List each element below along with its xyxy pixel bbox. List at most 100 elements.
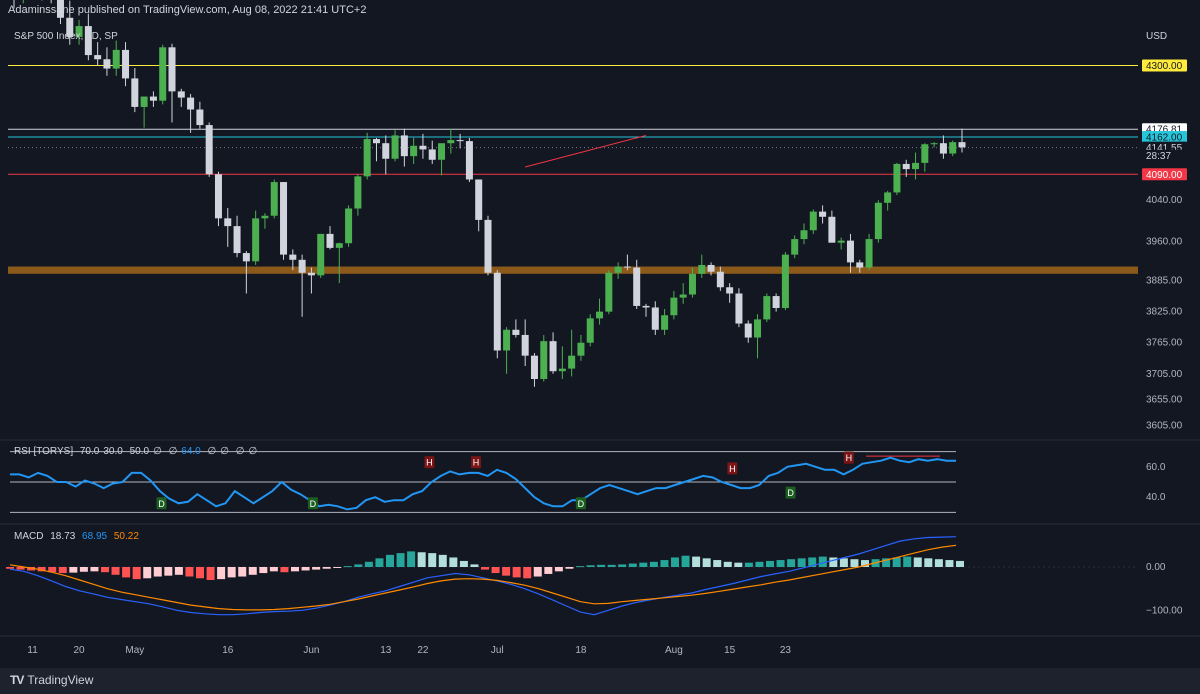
macd-histogram-bar-47 xyxy=(502,567,511,576)
candle-body-100 xyxy=(939,143,947,154)
candle-body-58 xyxy=(549,341,557,372)
macd-histogram-bar-8 xyxy=(90,567,99,572)
macd-histogram-bar-89 xyxy=(945,560,954,567)
macd-histogram-bar-66 xyxy=(702,558,711,567)
price-axis-tick-3: 3825.00 xyxy=(1146,307,1183,318)
candle-body-95 xyxy=(893,163,901,193)
macd-histogram-bar-60 xyxy=(639,562,648,567)
macd-histogram-bar-72 xyxy=(766,560,774,567)
footer-bar: TV TradingView xyxy=(0,668,1200,694)
time-axis-tick-11: 23 xyxy=(780,645,792,656)
candle-body-32 xyxy=(307,272,315,276)
macd-histogram-bar-49 xyxy=(523,567,532,579)
candle-body-90 xyxy=(846,240,854,263)
macd-histogram-bar-27 xyxy=(291,567,299,572)
macd-histogram-bar-34 xyxy=(364,561,373,567)
macd-histogram-bar-33 xyxy=(354,564,363,567)
candle-body-5 xyxy=(56,0,64,18)
candle-body-25 xyxy=(242,253,250,262)
candle-body-37 xyxy=(354,176,362,209)
macd-histogram-bar-14 xyxy=(153,567,162,577)
macd-histogram-bar-63 xyxy=(671,557,679,567)
macd-histogram-bar-38 xyxy=(407,551,416,567)
candle-body-31 xyxy=(298,259,306,273)
candle-body-85 xyxy=(800,230,808,240)
candle-body-33 xyxy=(317,233,325,276)
time-axis-tick-3: 16 xyxy=(222,645,234,656)
candle-body-29 xyxy=(280,182,288,255)
macd-histogram-bar-75 xyxy=(797,558,806,567)
macd-histogram-bar-59 xyxy=(628,563,637,567)
macd-histogram-bar-52 xyxy=(554,567,563,572)
candle-body-40 xyxy=(382,143,390,159)
candle-body-50 xyxy=(475,179,483,220)
macd-histogram-bar-35 xyxy=(375,558,384,567)
candle-body-93 xyxy=(874,202,882,240)
candle-body-21 xyxy=(205,125,213,175)
candle-body-88 xyxy=(828,216,836,243)
candle-body-86 xyxy=(809,211,817,231)
candle-body-24 xyxy=(233,226,241,254)
time-axis-tick-4: Jun xyxy=(303,645,319,656)
macd-histogram-bar-25 xyxy=(269,567,278,572)
macd-histogram-bar-88 xyxy=(934,559,943,567)
macd-histogram-bar-16 xyxy=(174,567,183,575)
candle-body-42 xyxy=(400,135,408,157)
candle-body-53 xyxy=(503,329,511,351)
macd-histogram-bar-61 xyxy=(649,561,658,567)
candle-body-64 xyxy=(605,272,613,312)
rsi-axis-tick-0: 60.0 xyxy=(1146,462,1166,473)
candle-body-12 xyxy=(122,49,130,79)
candle-body-15 xyxy=(149,96,157,101)
macd-histogram-bar-65 xyxy=(692,556,701,567)
rsi-marker-5: H xyxy=(729,464,736,474)
candle-body-102 xyxy=(958,142,966,148)
rsi-axis-tick-1: 40.0 xyxy=(1146,492,1166,503)
candle-body-47 xyxy=(447,140,455,144)
candle-body-14 xyxy=(140,96,148,107)
macd-histogram-bar-74 xyxy=(787,559,796,567)
macd-histogram-bar-39 xyxy=(417,552,426,567)
candle-body-79 xyxy=(744,323,752,338)
macd-histogram-bar-87 xyxy=(924,558,933,567)
candle-body-81 xyxy=(763,296,771,320)
candle-body-68 xyxy=(642,305,650,308)
candle-body-19 xyxy=(187,97,195,110)
time-axis-tick-7: Jul xyxy=(491,645,504,656)
rsi-line xyxy=(10,456,956,511)
candle-body-13 xyxy=(131,78,139,107)
macd-histogram-bar-73 xyxy=(776,560,785,567)
macd-axis-tick-1: −100.00 xyxy=(1146,605,1183,616)
candle-body-99 xyxy=(930,143,938,145)
candle-body-52 xyxy=(493,272,501,351)
time-axis-tick-10: 15 xyxy=(724,645,736,656)
candle-body-87 xyxy=(819,211,827,217)
chart-canvas[interactable]: 4040.00 3960.00 3885.00 3825.00 3765.00 3705.… xyxy=(0,0,1200,668)
macd-histogram-bar-5 xyxy=(58,567,67,574)
macd-histogram-bar-50 xyxy=(533,567,542,577)
macd-histogram-bar-32 xyxy=(343,566,352,568)
tradingview-logo[interactable]: TV TradingView xyxy=(10,673,93,687)
candle-body-63 xyxy=(596,311,604,319)
macd-histogram-bar-9 xyxy=(101,567,109,573)
candle-body-46 xyxy=(438,143,446,160)
candle-body-9 xyxy=(94,55,102,60)
macd-histogram-bar-69 xyxy=(734,562,743,567)
candle-body-23 xyxy=(224,218,232,227)
time-axis-tick-5: 13 xyxy=(380,645,392,656)
candle-body-38 xyxy=(363,139,371,177)
candle-body-35 xyxy=(335,243,343,248)
macd-histogram-bar-26 xyxy=(280,567,289,573)
candle-body-11 xyxy=(112,49,120,69)
macd-histogram-bar-58 xyxy=(618,564,627,567)
macd-histogram-bar-67 xyxy=(713,560,722,567)
price-label-4: 28:37 xyxy=(1146,151,1171,162)
macd-histogram-bar-20 xyxy=(217,567,226,580)
candle-body-61 xyxy=(577,342,585,356)
candle-body-16 xyxy=(159,47,167,101)
macd-histogram-bar-28 xyxy=(301,567,310,571)
macd-histogram-bar-51 xyxy=(544,567,553,574)
candle-body-91 xyxy=(856,262,864,268)
price-axis-tick-0: 4040.00 xyxy=(1146,195,1183,206)
candle-body-74 xyxy=(698,264,706,274)
